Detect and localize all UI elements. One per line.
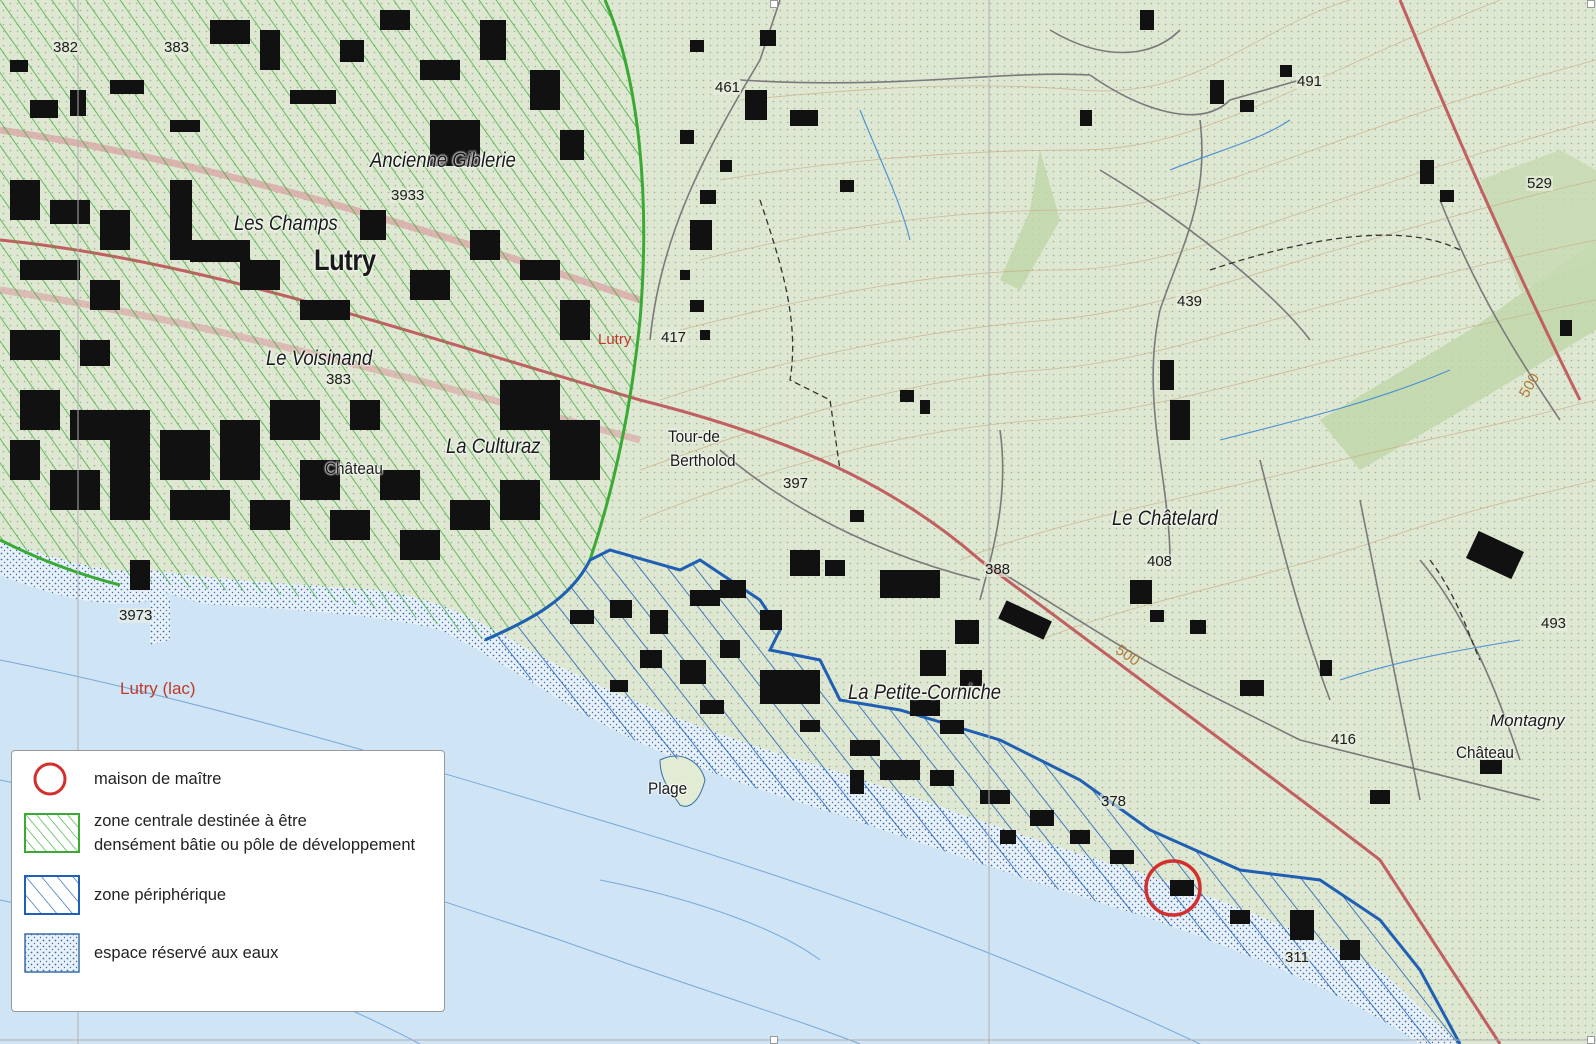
altitude-label: 529 (1526, 175, 1554, 192)
place-label: Le Voisinand (266, 347, 373, 370)
legend-label: espace réservé aux eaux (94, 944, 279, 962)
legend-label: zone centrale destinée à être (94, 812, 307, 830)
altitude-label: 491 (1296, 73, 1324, 90)
place-label: La Petite-Corniche (848, 681, 1002, 704)
legend-label: maison de maître (94, 770, 222, 788)
legend-circle-icon (33, 762, 67, 796)
legend-label: densément bâtie ou pôle de développement (94, 836, 416, 854)
altitude-label: 378 (1100, 793, 1128, 810)
map-legend: maison de maître zone centrale destinée … (11, 750, 445, 1012)
place-label: Tour-de (668, 427, 720, 446)
station-label: Lutry (lac) (120, 679, 196, 698)
altitude-label: 3973 (118, 607, 154, 624)
place-label: Les Champs (234, 212, 338, 235)
altitude-label: 416 (1330, 731, 1358, 748)
legend-item-maison: maison de maître (12, 757, 444, 801)
altitude-label: 383 (325, 371, 353, 388)
place-label: Le Châtelard (1112, 507, 1218, 530)
place-label: Château (325, 459, 383, 478)
legend-green-hatch-icon (24, 813, 80, 853)
place-label: Montagny (1490, 711, 1565, 730)
place-label: La Culturaz (446, 435, 541, 458)
frame-handle[interactable] (770, 0, 778, 8)
altitude-label: 417 (660, 329, 688, 346)
altitude-label: 311 (1284, 949, 1310, 966)
place-label: Plage (648, 779, 688, 798)
altitude-label: 3933 (390, 187, 426, 204)
frame-handle[interactable] (770, 1036, 778, 1044)
legend-item-central-zone: zone centrale destinée à être densément … (12, 807, 444, 863)
legend-dotted-icon (24, 933, 80, 973)
station-label: Lutry (598, 331, 632, 348)
legend-label: zone périphérique (94, 886, 227, 904)
legend-item-peripheral-zone: zone périphérique (12, 873, 444, 917)
altitude-label: 397 (782, 475, 810, 492)
altitude-label: 382 (52, 39, 80, 56)
altitude-label: 408 (1146, 553, 1174, 570)
place-label: Lutry (314, 244, 376, 277)
altitude-label: 493 (1540, 615, 1568, 632)
altitude-label: 388 (984, 561, 1012, 578)
place-label: Château (1456, 743, 1514, 762)
frame-handle[interactable] (1587, 0, 1595, 8)
place-label: Ancienne Giblerie (370, 149, 516, 172)
altitude-label: 383 (163, 39, 191, 56)
legend-item-water: espace réservé aux eaux (12, 931, 444, 975)
altitude-label: 461 (714, 79, 742, 96)
map-view[interactable]: Ancienne Giblerie Les Champs Lutry Le Vo… (0, 0, 1596, 1044)
legend-blue-hatch-icon (24, 875, 80, 915)
frame-handle[interactable] (1587, 1036, 1595, 1044)
place-label: Bertholod (670, 451, 736, 470)
altitude-label: 439 (1176, 293, 1204, 310)
